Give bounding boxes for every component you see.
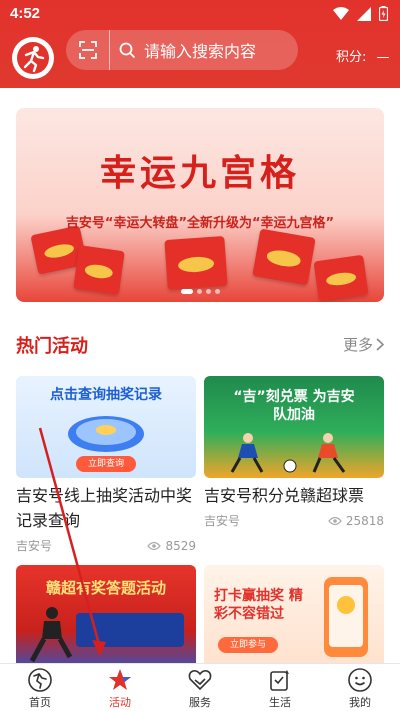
- points-value: —: [376, 50, 390, 65]
- search-icon: [119, 42, 135, 58]
- scan-icon: [78, 41, 97, 59]
- app-screen: 4:52 请输入搜索内容 积分: — 幸运九宫格 吉安号“幸运大转盘”全新升级为…: [0, 0, 400, 711]
- tab-label: 活动: [109, 696, 131, 709]
- red-envelope-decoration: [313, 254, 369, 302]
- tab-activity[interactable]: 活动: [80, 664, 160, 711]
- red-envelope-decoration: [73, 245, 125, 295]
- tab-life[interactable]: 生活: [240, 664, 320, 711]
- search-input[interactable]: 请输入搜索内容: [144, 38, 256, 62]
- tab-label: 我的: [349, 696, 371, 709]
- card-meta: 吉安号 25818: [204, 512, 384, 529]
- card-source: 吉安号: [16, 539, 53, 553]
- star-icon: [109, 669, 131, 690]
- bottom-tab-bar: 首页 活动 服务 生活 我的: [0, 663, 400, 711]
- points-display[interactable]: 积分: —: [336, 46, 390, 65]
- join-button[interactable]: 立即参与: [218, 637, 278, 653]
- user-icon: [348, 668, 372, 692]
- view-count-value: 8529: [165, 538, 196, 553]
- wifi-icon: [333, 6, 349, 20]
- card-title: 吉安号积分兑赣超球票: [204, 486, 365, 505]
- carousel-dot: [180, 289, 193, 294]
- carousel-indicator: [16, 289, 384, 294]
- heart-hands-icon: [188, 670, 212, 691]
- scan-button[interactable]: [66, 30, 110, 70]
- tab-home[interactable]: 首页: [0, 664, 80, 711]
- eye-icon: [328, 516, 342, 525]
- eye-icon: [147, 541, 162, 550]
- status-time: 4:52: [10, 5, 41, 22]
- card-thumbnail: 点击查询抽奖记录 立即查询: [16, 376, 196, 478]
- thumb-caption: 点击查询抽奖记录: [50, 387, 162, 403]
- thumb-caption: “吉”刻兑票 为吉安队加油: [233, 389, 355, 423]
- card-thumbnail: 赣超有奖答题活动: [16, 565, 196, 663]
- signal-icon: [357, 6, 371, 21]
- view-count: 8529: [147, 537, 196, 554]
- app-logo[interactable]: [12, 37, 54, 79]
- status-bar: 4:52: [0, 0, 400, 28]
- football-players-icon: [230, 433, 346, 473]
- tab-mine[interactable]: 我的: [320, 664, 400, 711]
- carousel-dot: [214, 289, 220, 294]
- card-title: 吉安号线上抽奖活动中奖记录查询: [16, 486, 193, 530]
- activity-card[interactable]: 赣超有奖答题活动: [16, 565, 196, 663]
- activity-card[interactable]: 点击查询抽奖记录 立即查询 吉安号线上抽奖活动中奖记录查询 吉安号 8529: [16, 376, 196, 554]
- carousel-dot: [205, 289, 211, 294]
- card-thumbnail: “吉”刻兑票 为吉安队加油: [204, 376, 384, 478]
- points-label: 积分:: [336, 50, 367, 65]
- thumb-caption: 打卡赢抽奖 精彩不容错过: [214, 588, 303, 622]
- more-link[interactable]: 更多: [343, 334, 384, 355]
- home-icon: [28, 668, 52, 692]
- red-envelope-decoration: [252, 228, 316, 286]
- card-source: 吉安号: [204, 514, 241, 528]
- status-icons: [333, 6, 388, 21]
- prize-wheel-icon: [68, 416, 144, 452]
- query-button[interactable]: 立即查询: [76, 456, 136, 472]
- thumb-caption: 赣超有奖答题活动: [45, 579, 166, 597]
- tab-label: 服务: [189, 696, 211, 709]
- search-icon-wrap: [110, 30, 144, 70]
- main-content: 幸运九宫格 吉安号“幸运大转盘”全新升级为“幸运九宫格” 热门活动 更多 点击查…: [0, 88, 400, 663]
- activity-card[interactable]: “吉”刻兑票 为吉安队加油 吉安号积分兑赣超球票 吉安号 25818: [204, 376, 384, 529]
- red-envelope-decoration: [164, 235, 228, 291]
- more-label: 更多: [342, 336, 373, 354]
- card-thumbnail: 打卡赢抽奖 精彩不容错过 立即参与: [204, 565, 384, 663]
- tab-label: 生活: [269, 696, 291, 709]
- banner-title: 幸运九宫格: [99, 153, 300, 194]
- view-count: 25818: [328, 512, 384, 529]
- runner-logo-icon: [17, 42, 49, 74]
- tab-service[interactable]: 服务: [160, 664, 240, 711]
- card-meta: 吉安号 8529: [16, 537, 196, 554]
- event-banner-block: [76, 613, 184, 647]
- battery-icon: [379, 6, 388, 21]
- search-bar[interactable]: 请输入搜索内容: [66, 30, 298, 70]
- phone-illustration-icon: [324, 577, 368, 657]
- view-count-value: 25818: [345, 513, 384, 528]
- activity-card[interactable]: 打卡赢抽奖 精彩不容错过 立即参与: [204, 565, 384, 663]
- banner-carousel[interactable]: 幸运九宫格 吉安号“幸运大转盘”全新升级为“幸运九宫格”: [16, 108, 384, 302]
- player-silhouette-icon: [29, 607, 73, 663]
- chevron-right-icon: [376, 338, 384, 351]
- section-title: 热门活动: [16, 336, 88, 357]
- life-icon: [270, 670, 289, 691]
- header: 4:52 请输入搜索内容 积分: —: [0, 0, 400, 88]
- banner-subtitle: 吉安号“幸运大转盘”全新升级为“幸运九宫格”: [65, 216, 335, 231]
- tab-label: 首页: [29, 696, 51, 709]
- carousel-dot: [196, 289, 202, 294]
